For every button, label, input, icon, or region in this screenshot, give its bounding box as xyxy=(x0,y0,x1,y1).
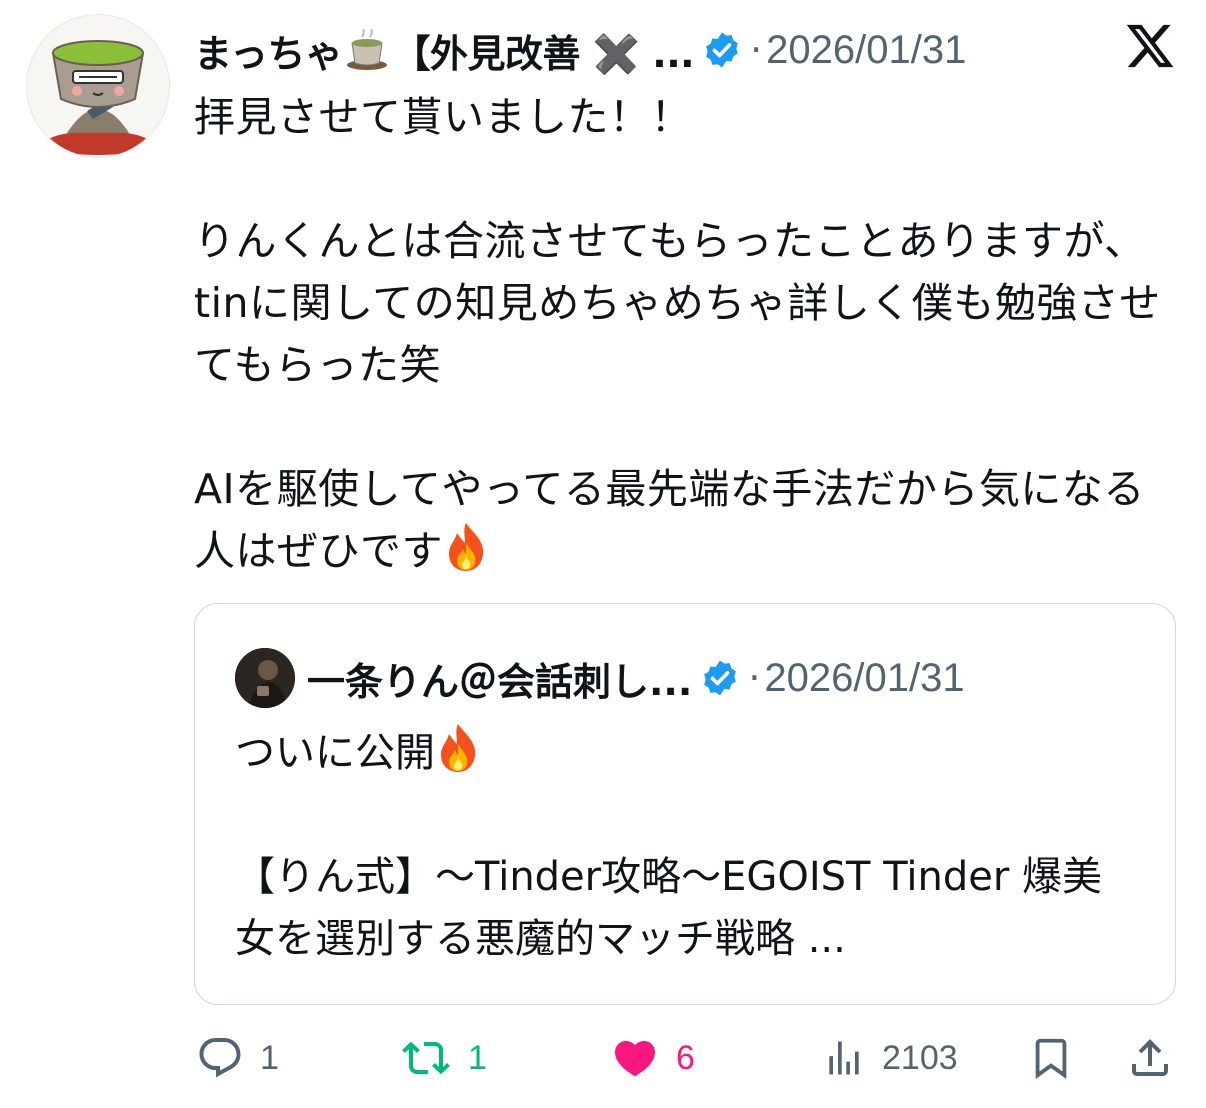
reply-button[interactable]: 1 xyxy=(196,1034,279,1082)
tweet-date[interactable]: 2026/01/31 xyxy=(766,28,966,73)
person-photo-icon xyxy=(235,648,295,708)
bookmark-icon xyxy=(1035,1038,1067,1079)
retweet-count: 1 xyxy=(468,1038,487,1077)
matcha-character-icon xyxy=(27,15,169,157)
tweet-text: 拝見させて貰いました！！ りんくんとは合流させてもらったことありますが、tinに… xyxy=(194,86,1174,582)
retweet-icon xyxy=(402,1041,450,1075)
tweet-action-bar: 1 1 6 2103 xyxy=(0,1026,1206,1096)
separator-dot: · xyxy=(750,28,763,72)
quote-body: 【りん式】〜Tinder攻略〜EGOIST Tinder 爆美女を選別する悪魔的… xyxy=(235,854,1103,962)
fire-emoji-icon xyxy=(443,521,489,573)
like-button[interactable]: 6 xyxy=(610,1034,695,1082)
views-chart-icon xyxy=(829,1041,859,1075)
reply-icon xyxy=(199,1038,241,1078)
like-count: 6 xyxy=(676,1038,695,1077)
quoted-tweet-card[interactable]: 一条りん＠会話刺し... · 2026/01/31 ついに公開 【りん式】〜Ti… xyxy=(194,603,1176,1005)
tweet-header: まっちゃ 【外見改善 ✖️ ... · 2026/01/31 xyxy=(194,20,1154,80)
tea-cup-emoji-icon xyxy=(344,28,390,71)
quote-date[interactable]: 2026/01/31 xyxy=(764,656,964,701)
share-button[interactable] xyxy=(1126,1034,1174,1082)
bookmark-button[interactable] xyxy=(1028,1034,1074,1082)
quote-header: 一条りん＠会話刺し... · 2026/01/31 xyxy=(307,648,965,708)
quote-author-name[interactable]: 一条りん＠会話刺し... xyxy=(307,651,692,706)
views-count: 2103 xyxy=(882,1038,958,1077)
x-logo-icon[interactable] xyxy=(1124,20,1176,72)
heart-icon xyxy=(614,1041,656,1077)
verified-badge-icon xyxy=(700,658,740,698)
share-icon xyxy=(1132,1039,1168,1076)
fire-emoji-icon xyxy=(435,722,481,774)
views-button[interactable]: 2103 xyxy=(822,1034,958,1082)
separator-dot: · xyxy=(748,656,761,700)
quote-author-avatar[interactable] xyxy=(235,648,295,708)
author-name[interactable]: まっちゃ xyxy=(194,23,343,78)
quote-text: ついに公開 【りん式】〜Tinder攻略〜EGOIST Tinder 爆美女を選… xyxy=(235,722,1135,970)
author-avatar[interactable] xyxy=(26,14,170,158)
reply-count: 1 xyxy=(260,1038,279,1077)
tweet-body: 拝見させて貰いました！！ りんくんとは合流させてもらったことありますが、tinに… xyxy=(194,93,1161,575)
author-name-suffix[interactable]: 【外見改善 ✖️ ... xyxy=(392,23,694,78)
verified-badge-icon xyxy=(702,30,742,70)
retweet-button[interactable]: 1 xyxy=(400,1034,487,1082)
quote-line1: ついに公開 xyxy=(235,730,435,776)
